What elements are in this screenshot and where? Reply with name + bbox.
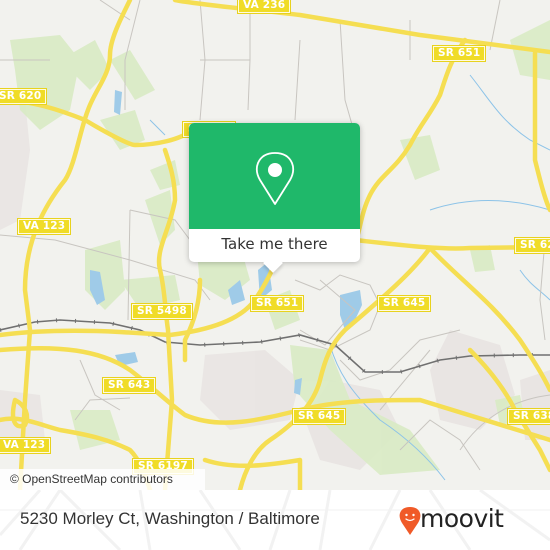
road-label-sr-643: SR 643 <box>101 377 157 394</box>
footer-bar: 5230 Morley Ct, Washington / Baltimore m… <box>0 490 550 550</box>
popup-header <box>189 123 360 229</box>
road-label-sr-651: SR 651 <box>249 295 305 312</box>
map-pin-icon <box>255 152 295 205</box>
road-label-va-123: VA 123 <box>0 437 52 454</box>
road-label-sr-620: SR 620 <box>0 88 48 105</box>
road-label-sr-5498: SR 5498 <box>131 303 193 320</box>
moovit-logo[interactable]: moovit <box>399 500 544 542</box>
road-label-va-236: VA 236 <box>236 0 292 14</box>
moovit-wordmark: moovit <box>420 504 504 533</box>
map-view[interactable]: VA 236 SR 651 SR 620 SR 651 VA 123 SR 62… <box>0 0 550 490</box>
road-label-sr-638: SR 638 <box>506 408 550 425</box>
road-label-sr-645: SR 645 <box>376 295 432 312</box>
road-label-sr-620: SR 620 <box>513 237 550 254</box>
road-label-va-123: VA 123 <box>16 218 72 235</box>
moovit-pin-icon <box>399 507 421 535</box>
address-text: 5230 Morley Ct, Washington / Baltimore <box>20 509 320 528</box>
location-popup: Take me there <box>189 123 360 273</box>
take-me-there-button[interactable]: Take me there <box>189 229 360 262</box>
map-attribution[interactable]: © OpenStreetMap contributors <box>0 469 205 490</box>
road-label-sr-645: SR 645 <box>291 408 347 425</box>
road-label-sr-651: SR 651 <box>431 45 487 62</box>
